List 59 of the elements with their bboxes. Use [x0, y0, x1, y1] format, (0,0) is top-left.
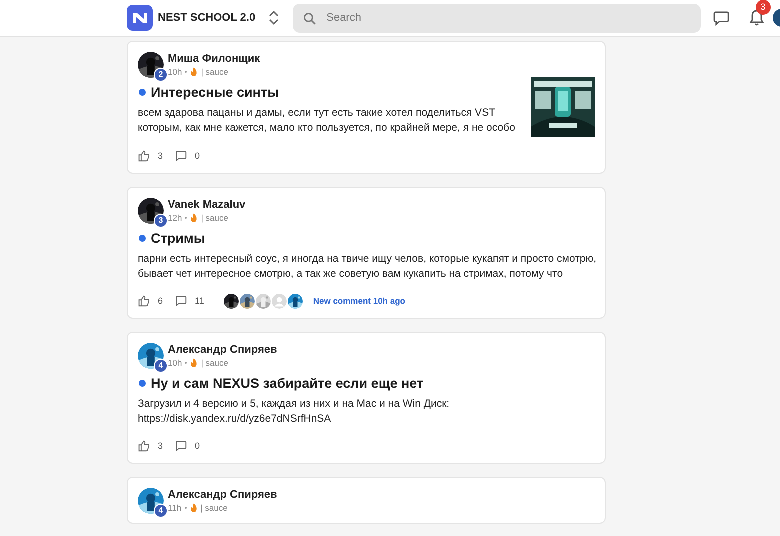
default-avatar-icon: [272, 294, 288, 308]
author-name[interactable]: Vanek Mazaluv: [168, 198, 246, 212]
like-icon[interactable]: [138, 440, 150, 452]
post-card[interactable]: [127, 187, 606, 319]
comment-count: 0: [195, 151, 200, 161]
post-text: всем здарова пацаны и дамы, если тут есть такие хотел поделиться VST: [138, 106, 496, 121]
author-name[interactable]: Миша Филонщик: [168, 52, 260, 66]
comment-count: 11: [195, 296, 204, 306]
separator-dot: [185, 217, 188, 219]
like-count: 3: [158, 441, 164, 451]
separator-dot: [184, 507, 187, 509]
separator-dot: [185, 71, 188, 73]
category-label[interactable]: | sauce: [200, 503, 228, 513]
level-badge: 4: [154, 359, 168, 373]
comment-icon[interactable]: [175, 440, 188, 452]
like-icon[interactable]: [138, 150, 150, 162]
flame-icon: [190, 67, 198, 77]
author-name[interactable]: Александр Спиряев: [168, 343, 278, 357]
new-comment-link[interactable]: New comment 10h ago: [313, 296, 406, 306]
community-name: NEST SCHOOL 2.0: [158, 12, 256, 24]
category-label[interactable]: | sauce: [201, 67, 228, 77]
like-icon[interactable]: [138, 295, 150, 307]
search-field[interactable]: Search: [292, 4, 701, 32]
level-badge: 2: [154, 68, 168, 82]
logo-icon[interactable]: [127, 5, 153, 31]
post-text: бывает чет интересное смотрю, а так же советую вам кукапить на стримах, потому что: [138, 267, 564, 282]
post-time: 10h: [168, 358, 182, 368]
flame-icon: [190, 213, 198, 223]
post-title[interactable]: Стримы: [151, 230, 206, 246]
notification-bell-icon[interactable]: [748, 9, 765, 27]
comment-icon[interactable]: [175, 150, 188, 162]
post-time: 11h: [168, 503, 182, 513]
post-time: 12h: [168, 213, 182, 223]
notification-count: 3: [756, 0, 771, 15]
post-time: 10h: [168, 67, 182, 77]
category-label[interactable]: | sauce: [201, 358, 228, 368]
level-badge: 3: [154, 214, 168, 228]
like-count: 3: [158, 151, 164, 161]
post-text: парни есть интересный соус, я иногда на твиче ищу челов, которые кукапят и просто смотрю,: [138, 252, 597, 267]
comment-count: 0: [195, 441, 200, 451]
post-title[interactable]: Интересные синты: [151, 84, 280, 100]
category-label[interactable]: | sauce: [201, 213, 228, 223]
post-text: Загрузил и 4 версию и 5, каждая из них и на Mac и на Win Диск:: [138, 397, 450, 412]
separator-dot: [185, 362, 188, 364]
post-card[interactable]: 4 Александр Спиряев 11h | sauce: [127, 477, 606, 524]
post-card[interactable]: 2 Миша Филонщик 10h | sauce Интересные синты всем здарова пацаны и дамы, если тут есть такие хотел поделиться VST которым, как мне кажется, мало кто пользуется, по крайней мере, я не особо 3 0: [127, 41, 606, 174]
post-text: https://disk.yandex.ru/d/yz6e7dNSrfHnSA: [138, 412, 332, 427]
flame-icon: [190, 503, 198, 513]
author-name[interactable]: Александр Спиряев: [168, 488, 278, 502]
like-count: 6: [158, 296, 164, 306]
post-card[interactable]: 4 Александр Спиряев 10h | sauce Ну и сам NEXUS забирайте если еще нет Загрузил и 4 версию и 5, каждая из них и на Mac и на Win Диск: https://disk.yandex.ru/d/yz6e7dNSrfHnSA 3 0: [127, 332, 606, 464]
post-title[interactable]: Ну и сам NEXUS забирайте если еще нет: [151, 376, 424, 390]
switch-chevron-icon[interactable]: [268, 9, 280, 27]
search-icon: [302, 12, 317, 26]
level-badge: 4: [154, 504, 168, 518]
chat-icon[interactable]: [712, 10, 730, 26]
flame-icon: [190, 358, 198, 368]
post-text: которым, как мне кажется, мало кто пользуется, по крайней мере, я не особо: [138, 121, 516, 136]
comment-icon[interactable]: [175, 295, 188, 307]
